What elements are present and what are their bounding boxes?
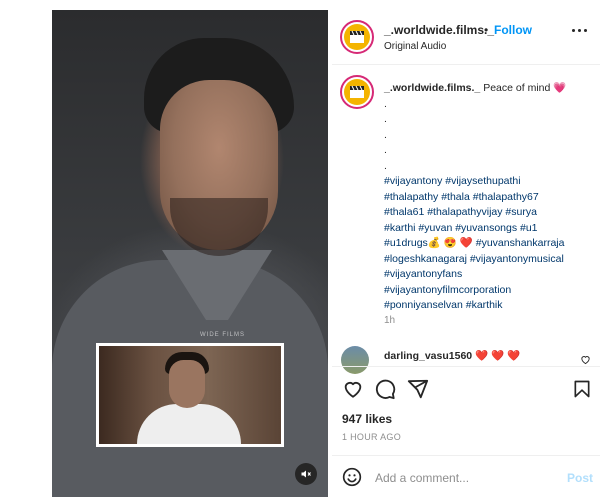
commenter-username-link[interactable]: darling_vasu1560 [384, 350, 472, 362]
hashtag-line[interactable]: #ponniyanselvan #karthik [384, 298, 594, 314]
caption-header: _.worldwide.films._ Peace of mind 💗 [384, 81, 594, 97]
caption-username-link[interactable]: _.worldwide.films._ [384, 82, 480, 94]
audio-link[interactable]: Original Audio [384, 41, 446, 52]
hashtag-line[interactable]: #karthi #yuvan #yuvansongs #u1 [384, 221, 594, 237]
caption-dot: . [384, 97, 387, 110]
video-inset-frame [96, 343, 284, 447]
separator-dot: • [484, 23, 489, 37]
caption-dot: . [384, 128, 387, 141]
hashtag-line[interactable]: #logeshkanagaraj #vijayantonymusical [384, 252, 594, 268]
hashtag-line[interactable]: #vijayantony #vijaysethupathi [384, 174, 594, 190]
divider [332, 455, 600, 456]
likes-count[interactable]: 947 likes [342, 412, 392, 426]
post-timestamp[interactable]: 1 HOUR AGO [342, 432, 401, 442]
hashtag-line[interactable]: #thala61 #thalapathyvijay #surya [384, 205, 594, 221]
account-name-link[interactable]: _.worldwide.films._ [384, 23, 494, 37]
caption-dot: . [384, 113, 387, 125]
comment-icon[interactable] [374, 378, 396, 405]
emoji-icon[interactable] [342, 467, 362, 492]
inset-subject-body [137, 404, 241, 444]
account-avatar[interactable] [340, 20, 374, 54]
caption-timestamp[interactable]: 1h [384, 315, 395, 326]
caption-text: Peace of mind 💗 [483, 82, 567, 94]
post-comment-button[interactable]: Post [567, 471, 593, 485]
volume-mute-icon[interactable] [295, 463, 317, 485]
caption-dot: . [384, 159, 387, 172]
commenter-avatar[interactable] [341, 346, 369, 374]
clapperboard-icon [344, 24, 370, 50]
caption-avatar[interactable] [340, 75, 374, 109]
bookmark-icon[interactable] [572, 378, 592, 405]
divider [332, 64, 600, 65]
heart-icon[interactable] [342, 378, 364, 405]
hashtag-line[interactable]: #u1drugs💰 😍 ❤️ #yuvanshankarraja [384, 236, 594, 252]
comment-like-heart-icon[interactable] [580, 352, 591, 370]
video-inset-image [99, 346, 281, 444]
more-options-icon[interactable] [572, 29, 587, 32]
comment: darling_vasu1560 ❤️ ❤️ ❤️ [384, 349, 520, 362]
hashtag-line[interactable]: #thalapathy #thala #thalapathy67 [384, 190, 594, 206]
post-video[interactable]: WIDE FILMS [52, 10, 328, 497]
comment-text: ❤️ ❤️ ❤️ [475, 350, 521, 362]
post-caption: _.worldwide.films._ Peace of mind 💗 . . … [384, 81, 594, 314]
share-icon[interactable] [407, 378, 429, 405]
comment-input[interactable] [373, 466, 557, 490]
caption-dot: . [384, 144, 387, 156]
hashtag-line[interactable]: #vijayantonyfans [384, 267, 594, 283]
follow-button[interactable]: Follow [494, 23, 532, 37]
hashtag-line[interactable]: #vijayantonyfilmcorporation [384, 283, 594, 299]
clapperboard-icon [344, 79, 370, 105]
video-watermark: WIDE FILMS [200, 332, 246, 338]
divider [332, 366, 600, 367]
inset-subject-face [169, 360, 205, 408]
